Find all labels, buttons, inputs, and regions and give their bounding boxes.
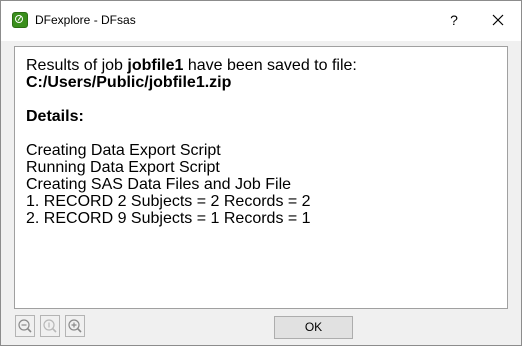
result-message: Results of job jobfile1 have been saved … <box>26 57 496 74</box>
ok-button[interactable]: OK <box>274 316 353 339</box>
result-prefix: Results of job <box>26 57 128 74</box>
zoom-reset-button[interactable] <box>40 315 60 337</box>
dialog-window: DFexplore - DFsas ? Results of job jobfi… <box>0 0 522 346</box>
job-name: jobfile1 <box>127 57 184 74</box>
details-line: Creating SAS Data Files and Job File <box>26 176 292 193</box>
zoom-out-button[interactable] <box>15 315 35 337</box>
zoom-out-icon <box>18 319 32 333</box>
details-heading: Details: <box>26 108 84 125</box>
details-line: Running Data Export Script <box>26 159 220 176</box>
details-line: 2. RECORD 9 Subjects = 1 Records = 1 <box>26 210 311 227</box>
details-line: Creating Data Export Script <box>26 142 221 159</box>
result-suffix: have been saved to file: <box>183 57 357 74</box>
results-text-panel: Results of job jobfile1 have been saved … <box>14 46 508 309</box>
zoom-in-button[interactable] <box>65 315 85 337</box>
close-icon <box>492 14 504 26</box>
details-line: 1. RECORD 2 Subjects = 2 Records = 2 <box>26 193 311 210</box>
close-button[interactable] <box>483 7 513 33</box>
file-path: C:/Users/Public/jobfile1.zip <box>26 74 232 91</box>
zoom-reset-icon <box>43 319 57 333</box>
zoom-in-icon <box>68 319 82 333</box>
window-title: DFexplore - DFsas <box>35 13 136 27</box>
help-button[interactable]: ? <box>439 7 469 33</box>
title-bar: DFexplore - DFsas ? <box>1 1 521 41</box>
dfexplore-app-icon <box>12 12 28 28</box>
